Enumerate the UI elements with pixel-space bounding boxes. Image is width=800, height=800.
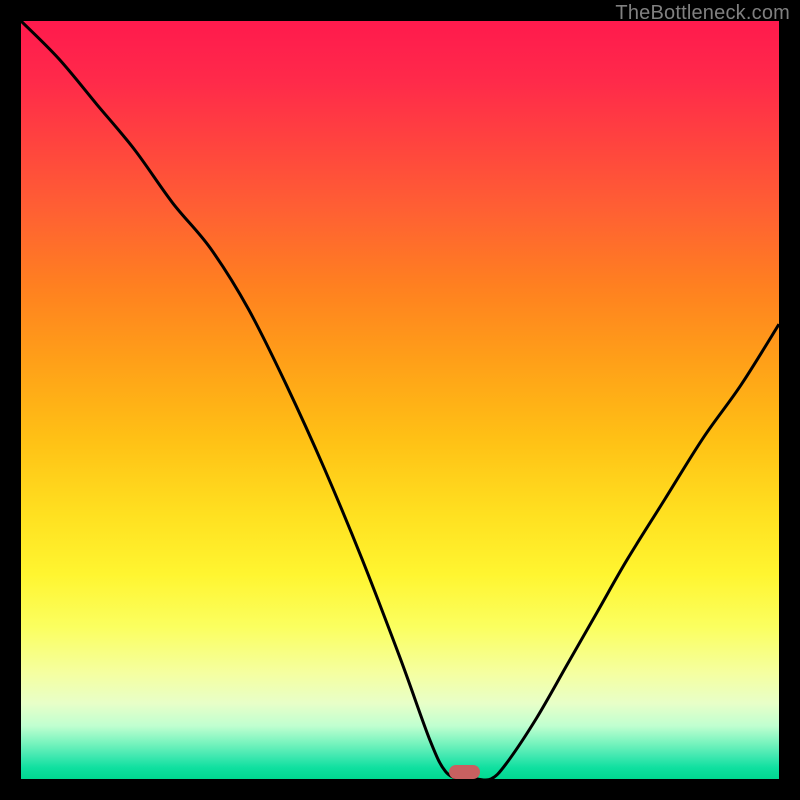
watermark-text: TheBottleneck.com [615, 2, 790, 25]
optimal-point-marker [449, 765, 479, 779]
chart-frame: TheBottleneck.com [0, 0, 800, 800]
plot-area [21, 21, 779, 779]
bottleneck-curve [21, 21, 779, 779]
